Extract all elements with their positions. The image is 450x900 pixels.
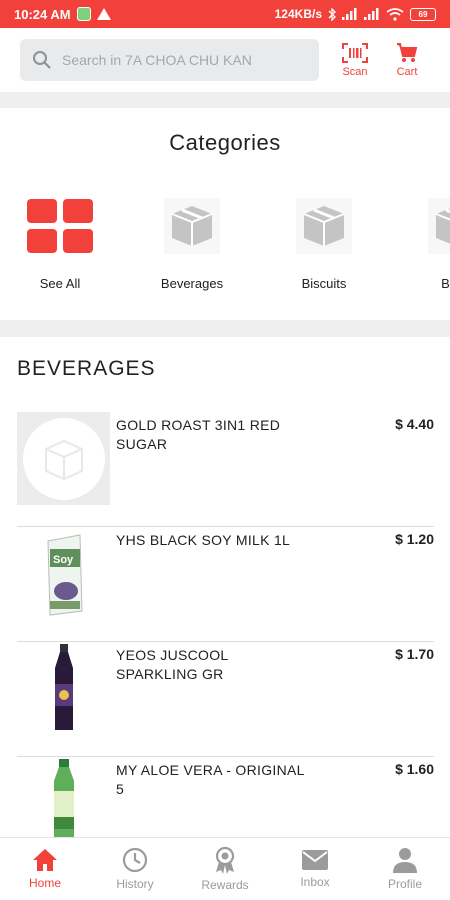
app-header: Scan Cart <box>0 28 450 92</box>
nav-label: Inbox <box>300 875 330 889</box>
product-name: MY ALOE VERA - ORIGINAL 5 <box>116 762 305 797</box>
search-input[interactable] <box>62 52 282 68</box>
app-notification-icon <box>76 7 91 21</box>
divider <box>0 320 450 337</box>
product-name: GOLD ROAST 3IN1 RED SUGAR <box>116 417 281 452</box>
product-image <box>17 642 110 735</box>
bottom-navigation: Home History Rewards Inbox Profile <box>0 837 450 900</box>
status-bar: 10:24 AM 124KB/s 69 <box>0 0 450 28</box>
mail-icon <box>302 850 328 870</box>
nav-home[interactable]: Home <box>0 838 90 900</box>
categories-carousel[interactable]: See All Beverages Biscuits Body <box>0 192 450 302</box>
grid-icon <box>26 192 94 260</box>
category-biscuits[interactable]: Biscuits <box>274 192 374 291</box>
product-price: $ 1.60 <box>395 761 434 777</box>
cart-label: Cart <box>396 65 418 78</box>
box-icon <box>422 192 450 260</box>
search-icon <box>33 51 51 69</box>
product-image-placeholder <box>17 412 110 505</box>
nav-label: Profile <box>387 877 422 891</box>
product-price: $ 1.70 <box>395 646 434 662</box>
product-row[interactable]: GOLD ROAST 3IN1 RED SUGAR $ 4.40 <box>17 412 434 527</box>
nav-label: Rewards <box>201 878 249 892</box>
signal-icon <box>364 8 379 20</box>
category-label: Beverages <box>160 276 224 291</box>
nav-label: Home <box>28 876 61 890</box>
medal-icon <box>215 846 235 874</box>
category-body[interactable]: Body <box>406 192 450 291</box>
section-title: BEVERAGES <box>17 357 156 380</box>
product-row[interactable]: YEOS JUSCOOL SPARKLING GR $ 1.70 <box>17 642 434 757</box>
nav-inbox[interactable]: Inbox <box>270 838 360 900</box>
battery-icon: 69 <box>410 7 436 21</box>
battery-level: 69 <box>418 9 428 19</box>
warning-icon <box>96 8 111 20</box>
wifi-icon <box>386 7 404 21</box>
category-beverages[interactable]: Beverages <box>142 192 242 291</box>
search-bar[interactable] <box>20 39 319 81</box>
product-list-section: BEVERAGES GOLD ROAST 3IN1 RED SUGAR $ 4.… <box>0 337 450 837</box>
product-row[interactable]: MY ALOE VERA - ORIGINAL 5 $ 1.60 <box>17 757 434 837</box>
categories-section: Categories See All Beverages Biscuits Bo… <box>0 108 450 320</box>
home-icon <box>33 849 57 871</box>
clock-icon <box>122 847 148 873</box>
scan-label: Scan <box>342 65 368 78</box>
nav-label: History <box>116 877 154 891</box>
category-label: Biscuits <box>301 276 347 291</box>
nav-rewards[interactable]: Rewards <box>180 838 270 900</box>
cart-icon <box>397 42 418 62</box>
divider <box>0 92 450 108</box>
category-see-all[interactable]: See All <box>10 192 110 291</box>
categories-title: Categories <box>169 130 281 155</box>
bluetooth-icon <box>328 7 336 21</box>
status-time: 10:24 AM <box>14 6 71 22</box>
person-icon <box>393 848 417 873</box>
network-speed: 124KB/s <box>274 7 322 21</box>
nav-profile[interactable]: Profile <box>360 838 450 900</box>
scan-button[interactable]: Scan <box>329 42 381 78</box>
category-label: Body <box>441 276 450 291</box>
cart-button[interactable]: Cart <box>381 42 433 78</box>
svg-text:Soy: Soy <box>53 554 74 566</box>
product-image: Soy <box>17 527 110 620</box>
product-price: $ 4.40 <box>395 416 434 432</box>
product-row[interactable]: Soy YHS BLACK SOY MILK 1L $ 1.20 <box>17 527 434 642</box>
box-icon <box>290 192 358 260</box>
product-name: YHS BLACK SOY MILK 1L <box>116 532 291 548</box>
signal-icon <box>342 8 357 20</box>
box-icon <box>158 192 226 260</box>
category-label: See All <box>39 276 81 291</box>
product-image <box>17 757 110 837</box>
barcode-scan-icon <box>342 42 368 63</box>
nav-history[interactable]: History <box>90 838 180 900</box>
product-price: $ 1.20 <box>395 531 434 547</box>
product-name: YEOS JUSCOOL SPARKLING GR <box>116 647 228 682</box>
